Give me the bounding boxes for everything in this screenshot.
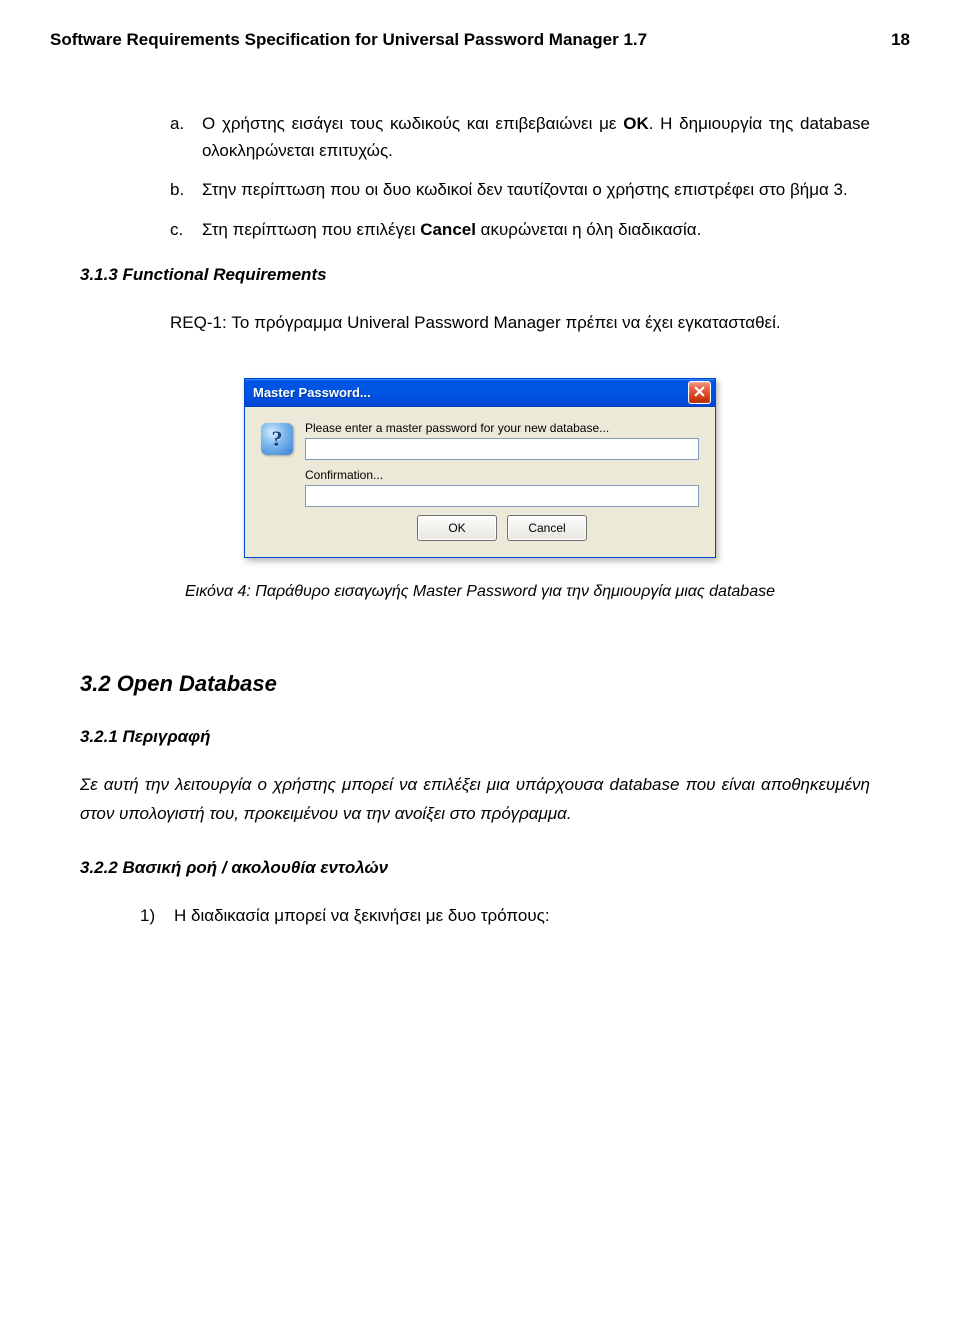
password-input[interactable] — [305, 438, 699, 460]
text-1: Η διαδικασία μπορεί να ξεκινήσει με δυο … — [174, 902, 550, 929]
marker-1: 1) — [140, 902, 174, 929]
heading-32: 3.2 Open Database — [80, 671, 910, 697]
close-button[interactable] — [688, 381, 711, 404]
confirmation-label: Confirmation... — [305, 468, 699, 482]
marker-c: c. — [170, 216, 202, 243]
list-item-b: b. Στην περίπτωση που οι δυο κωδικοί δεν… — [170, 176, 870, 203]
dialog-title: Master Password... — [253, 385, 688, 400]
ok-button[interactable]: OK — [417, 515, 497, 541]
text-c: Στη περίπτωση που επιλέγει Cancel ακυρών… — [202, 216, 870, 243]
header-title: Software Requirements Specification for … — [50, 30, 647, 50]
confirmation-input[interactable] — [305, 485, 699, 507]
prompt-label: Please enter a master password for your … — [305, 421, 699, 435]
heading-322: 3.2.2 Βασική ροή / ακολουθία εντολών — [80, 858, 910, 878]
paragraph-321: Σε αυτή την λειτουργία ο χρήστης μπορεί … — [80, 771, 870, 829]
text-a: Ο χρήστης εισάγει τους κωδικούς και επιβ… — [202, 110, 870, 164]
dialog-titlebar[interactable]: Master Password... — [245, 379, 715, 407]
marker-b: b. — [170, 176, 202, 203]
text-b: Στην περίπτωση που οι δυο κωδικοί δεν τα… — [202, 176, 870, 203]
marker-a: a. — [170, 110, 202, 164]
list-item-1: 1) Η διαδικασία μπορεί να ξεκινήσει με δ… — [140, 902, 870, 929]
page-number: 18 — [891, 30, 910, 50]
heading-321: 3.2.1 Περιγραφή — [80, 727, 910, 747]
heading-313: 3.1.3 Functional Requirements — [80, 265, 910, 285]
list-item-c: c. Στη περίπτωση που επιλέγει Cancel ακυ… — [170, 216, 870, 243]
close-icon — [694, 385, 705, 400]
cancel-button[interactable]: Cancel — [507, 515, 587, 541]
question-icon: ? — [261, 423, 293, 455]
master-password-dialog: Master Password... ? Please enter a mast… — [244, 378, 716, 558]
figure-caption-4: Εικόνα 4: Παράθυρο εισαγωγής Master Pass… — [90, 583, 870, 601]
req-1: REQ-1: Το πρόγραμμα Univeral Password Ma… — [170, 309, 870, 338]
list-item-a: a. Ο χρήστης εισάγει τους κωδικούς και ε… — [170, 110, 870, 164]
